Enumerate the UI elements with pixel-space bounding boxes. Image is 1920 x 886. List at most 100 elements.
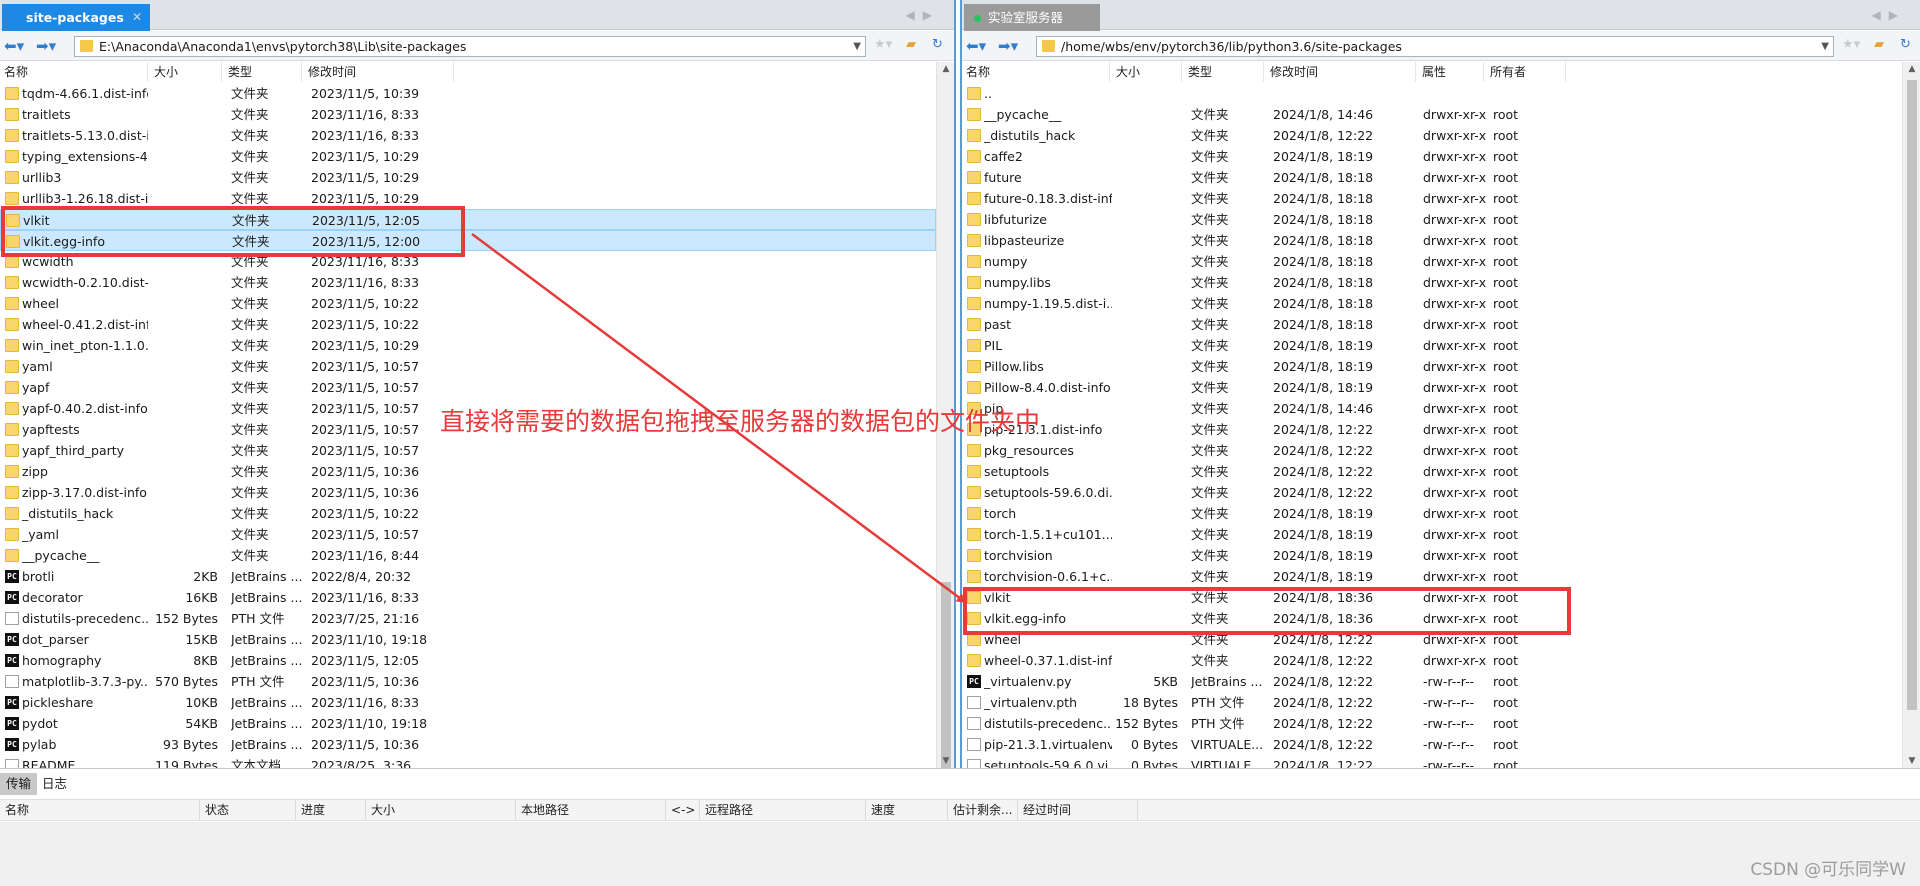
file-row[interactable]: distutils-precedenc... 152 Bytes PTH 文件 202…	[0, 608, 936, 629]
favorite-star-icon[interactable]: ★▾	[1842, 37, 1860, 52]
transfer-column-header[interactable]: 经过时间	[1018, 800, 1138, 820]
file-row[interactable]: README 119 Bytes 文本文档 2023/8/25, 3:36	[0, 755, 936, 768]
column-header-5[interactable]: 所有者	[1486, 62, 1566, 82]
file-row[interactable]: __pycache__ 文件夹 2023/11/16, 8:44	[0, 545, 936, 566]
file-row[interactable]: numpy-1.19.5.dist-i... 文件夹 2024/1/8, 18:18…	[962, 293, 1902, 314]
file-row[interactable]: PC _virtualenv.py 5KB JetBrains ... 2024/1/8…	[962, 671, 1902, 692]
transfer-column-header[interactable]: 名称	[0, 800, 200, 820]
column-header-3[interactable]: 修改时间	[304, 62, 454, 82]
file-row[interactable]: setuptools-59.6.0.di... 文件夹 2024/1/8, 12:2…	[962, 482, 1902, 503]
column-header-0[interactable]: 名称	[962, 62, 1110, 82]
scroll-up-arrow-icon[interactable]: ▲	[1903, 64, 1920, 74]
chevron-down-icon[interactable]: ▼	[853, 37, 861, 56]
file-row[interactable]: caffe2 文件夹 2024/1/8, 18:19 drwxr-xr-x root	[962, 146, 1902, 167]
file-row[interactable]: yaml 文件夹 2023/11/5, 10:57	[0, 356, 936, 377]
file-row[interactable]: Pillow-8.4.0.dist-info 文件夹 2024/1/8, 18:19…	[962, 377, 1902, 398]
file-row[interactable]: typing_extensions-4... 文件夹 2023/11/5, 10:2…	[0, 146, 936, 167]
transfer-column-header[interactable]: 状态	[200, 800, 296, 820]
file-row[interactable]: traitlets 文件夹 2023/11/16, 8:33	[0, 104, 936, 125]
file-row[interactable]: pip-21.3.1.dist-info 文件夹 2024/1/8, 12:22 dr…	[962, 419, 1902, 440]
column-header-2[interactable]: 类型	[224, 62, 302, 82]
file-row[interactable]: future-0.18.3.dist-info 文件夹 2024/1/8, 18:1…	[962, 188, 1902, 209]
transfer-column-header[interactable]: 速度	[866, 800, 948, 820]
file-row[interactable]: PC brotli 2KB JetBrains ... 2022/8/4, 20:32	[0, 566, 936, 587]
scroll-up-arrow-icon[interactable]: ▲	[937, 64, 954, 74]
tab-scroll-arrows-icon[interactable]: ◀▶	[1872, 8, 1906, 22]
file-row[interactable]: PC pydot 54KB JetBrains ... 2023/11/10, 19:1…	[0, 713, 936, 734]
chevron-down-icon[interactable]: ▼	[1821, 37, 1829, 56]
file-row[interactable]: traitlets-5.13.0.dist-i... 文件夹 2023/11/16,…	[0, 125, 936, 146]
file-row[interactable]: numpy.libs 文件夹 2024/1/8, 18:18 drwxr-xr-x ro…	[962, 272, 1902, 293]
file-row[interactable]: future 文件夹 2024/1/8, 18:18 drwxr-xr-x root	[962, 167, 1902, 188]
file-row[interactable]: yapf_third_party 文件夹 2023/11/5, 10:57	[0, 440, 936, 461]
file-row[interactable]: PC decorator 16KB JetBrains ... 2023/11/16, …	[0, 587, 936, 608]
file-row[interactable]: setuptools 文件夹 2024/1/8, 12:22 drwxr-xr-x ro…	[962, 461, 1902, 482]
tab-log[interactable]: 日志	[36, 773, 73, 795]
file-row[interactable]: _yaml 文件夹 2023/11/5, 10:57	[0, 524, 936, 545]
file-row[interactable]: _virtualenv.pth 18 Bytes PTH 文件 2024/1/8, 1…	[962, 692, 1902, 713]
column-header-1[interactable]: 大小	[150, 62, 222, 82]
transfer-column-header[interactable]: 远程路径	[700, 800, 866, 820]
column-header-2[interactable]: 类型	[1184, 62, 1264, 82]
file-row[interactable]: wheel 文件夹 2023/11/5, 10:22	[0, 293, 936, 314]
file-row[interactable]: libfuturize 文件夹 2024/1/8, 18:18 drwxr-xr-x r…	[962, 209, 1902, 230]
scroll-down-arrow-icon[interactable]: ▼	[1903, 756, 1920, 766]
file-row[interactable]: PIL 文件夹 2024/1/8, 18:19 drwxr-xr-x root	[962, 335, 1902, 356]
file-row[interactable]: pkg_resources 文件夹 2024/1/8, 12:22 drwxr-xr-…	[962, 440, 1902, 461]
file-row[interactable]: libpasteurize 文件夹 2024/1/8, 18:18 drwxr-xr-…	[962, 230, 1902, 251]
file-row[interactable]: zipp 文件夹 2023/11/5, 10:36	[0, 461, 936, 482]
tab-transfer[interactable]: 传输	[0, 773, 38, 795]
refresh-icon[interactable]: ↻	[932, 37, 943, 52]
file-row[interactable]: _distutils_hack 文件夹 2023/11/5, 10:22	[0, 503, 936, 524]
file-row[interactable]: torchvision 文件夹 2024/1/8, 18:19 drwxr-xr-x r…	[962, 545, 1902, 566]
file-row[interactable]: PC homography 8KB JetBrains ... 2023/11/5, 1…	[0, 650, 936, 671]
transfer-column-header[interactable]: 本地路径	[516, 800, 666, 820]
file-row[interactable]: __pycache__ 文件夹 2024/1/8, 14:46 drwxr-xr-x r…	[962, 104, 1902, 125]
file-row[interactable]: tqdm-4.66.1.dist-info 文件夹 2023/11/5, 10:39	[0, 83, 936, 104]
column-header-0[interactable]: 名称	[0, 62, 148, 82]
file-row[interactable]: win_inet_pton-1.1.0.... 文件夹 2023/11/5, 10:…	[0, 335, 936, 356]
file-row[interactable]: torch 文件夹 2024/1/8, 18:19 drwxr-xr-x root	[962, 503, 1902, 524]
file-row[interactable]: wcwidth-0.2.10.dist-... 文件夹 2023/11/16, 8:…	[0, 272, 936, 293]
file-row[interactable]: pip 文件夹 2024/1/8, 14:46 drwxr-xr-x root	[962, 398, 1902, 419]
remote-path-input[interactable]: /home/wbs/env/pytorch36/lib/python3.6/si…	[1036, 36, 1834, 57]
new-folder-icon[interactable]: ▰	[906, 37, 916, 52]
file-row[interactable]: numpy 文件夹 2024/1/8, 18:18 drwxr-xr-x root	[962, 251, 1902, 272]
column-header-4[interactable]: 属性	[1418, 62, 1484, 82]
new-folder-icon[interactable]: ▰	[1874, 37, 1884, 52]
remote-scrollbar[interactable]: ▲ ▼	[1902, 62, 1920, 768]
local-path-input[interactable]: E:\Anaconda\Anaconda1\envs\pytorch38\Lib…	[74, 36, 866, 57]
scroll-down-arrow-icon[interactable]: ▼	[937, 756, 954, 766]
file-row[interactable]: matplotlib-3.7.3-py... 570 Bytes PTH 文件 202…	[0, 671, 936, 692]
scroll-thumb[interactable]	[1907, 80, 1917, 710]
back-arrow-icon[interactable]: ⬅▾	[4, 37, 34, 55]
file-row[interactable]: past 文件夹 2024/1/8, 18:18 drwxr-xr-x root	[962, 314, 1902, 335]
file-row[interactable]: yapf 文件夹 2023/11/5, 10:57	[0, 377, 936, 398]
file-row[interactable]: PC pickleshare 10KB JetBrains ... 2023/11/16…	[0, 692, 936, 713]
file-row[interactable]: PC pylab 93 Bytes JetBrains ... 2023/11/5, 1…	[0, 734, 936, 755]
file-row[interactable]: setuptools-59.6.0.vi... 0 Bytes VIRTUALE..…	[962, 755, 1902, 768]
file-row[interactable]: wheel-0.37.1.dist-info 文件夹 2024/1/8, 12:22…	[962, 650, 1902, 671]
refresh-icon[interactable]: ↻	[1900, 37, 1911, 52]
file-row[interactable]: zipp-3.17.0.dist-info 文件夹 2023/11/5, 10:36	[0, 482, 936, 503]
transfer-column-header[interactable]: 大小	[366, 800, 516, 820]
file-row[interactable]: torchvision-0.6.1+c... 文件夹 2024/1/8, 18:19…	[962, 566, 1902, 587]
close-icon[interactable]: ✕	[132, 4, 142, 31]
favorite-star-icon[interactable]: ★▾	[874, 37, 892, 52]
forward-arrow-icon[interactable]: ➡▾	[36, 37, 66, 55]
transfer-column-header[interactable]: 进度	[296, 800, 366, 820]
column-header-1[interactable]: 大小	[1112, 62, 1182, 82]
scroll-thumb[interactable]	[941, 582, 951, 768]
file-row[interactable]: ..	[962, 83, 1902, 104]
file-row[interactable]: urllib3 文件夹 2023/11/5, 10:29	[0, 167, 936, 188]
file-row[interactable]: distutils-precedenc... 152 Bytes PTH 文件 202…	[962, 713, 1902, 734]
tab-site-packages[interactable]: site-packages ✕	[2, 4, 150, 31]
tab-scroll-arrows-icon[interactable]: ◀▶	[906, 8, 940, 22]
file-row[interactable]: _distutils_hack 文件夹 2024/1/8, 12:22 drwxr-x…	[962, 125, 1902, 146]
file-row[interactable]: torch-1.5.1+cu101.... 文件夹 2024/1/8, 18:19 d…	[962, 524, 1902, 545]
transfer-column-header[interactable]: <->	[666, 800, 700, 820]
transfer-column-header[interactable]: 估计剩余...	[948, 800, 1018, 820]
file-row[interactable]: PC dot_parser 15KB JetBrains ... 2023/11/10,…	[0, 629, 936, 650]
file-row[interactable]: wheel-0.41.2.dist-info 文件夹 2023/11/5, 10:2…	[0, 314, 936, 335]
tab-lab-server[interactable]: 实验室服务器	[964, 4, 1100, 31]
